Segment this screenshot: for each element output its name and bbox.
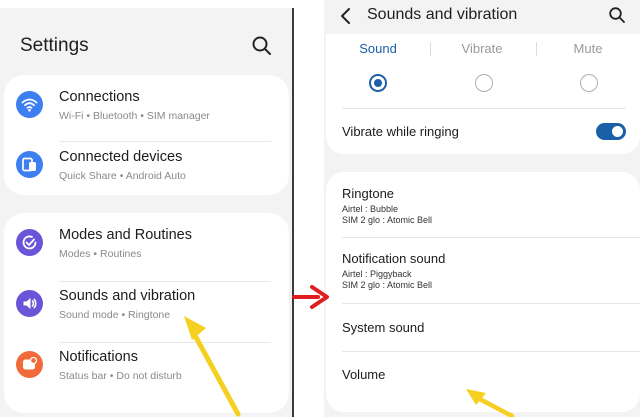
settings-item-title: Modes and Routines	[59, 227, 192, 243]
notification-sound-sim2: SIM 2 glo : Atomic Bell	[342, 280, 433, 290]
ringtone-sim2: SIM 2 glo : Atomic Bell	[342, 215, 433, 225]
notification-sound-title: Notification sound	[342, 251, 446, 266]
tab-vibrate[interactable]: Vibrate	[430, 41, 534, 56]
search-icon[interactable]	[251, 35, 273, 57]
tab-mute[interactable]: Mute	[536, 41, 640, 56]
wifi-icon	[16, 91, 43, 118]
sounds-header: Sounds and vibration	[324, 0, 640, 34]
volume-title: Volume	[342, 367, 386, 382]
settings-item-subtitle: Quick Share • Android Auto	[59, 170, 186, 182]
radio-mute[interactable]	[580, 74, 598, 92]
check-circle-icon	[16, 229, 43, 256]
vibrate-while-ringing-toggle[interactable]	[596, 123, 626, 140]
settings-item-subtitle: Wi-Fi • Bluetooth • SIM manager	[59, 110, 210, 122]
system-sound-item[interactable]: System sound	[326, 304, 640, 350]
settings-item-title: Notifications	[59, 349, 138, 365]
notification-sound-item[interactable]: Notification sound Airtel : Piggyback SI…	[326, 238, 640, 302]
system-sound-title: System sound	[342, 320, 425, 335]
radio-vibrate[interactable]	[475, 74, 493, 92]
page-title: Sounds and vibration	[367, 6, 518, 23]
yellow-arrow-icon	[466, 389, 515, 417]
radio-sound[interactable]	[369, 74, 387, 92]
search-icon[interactable]	[608, 6, 626, 24]
notification-icon	[16, 351, 43, 378]
ringtone-item[interactable]: Ringtone Airtel : Bubble SIM 2 glo : Ato…	[326, 172, 640, 236]
settings-item-modes-routines[interactable]: Modes and Routines Modes • Routines	[4, 215, 289, 275]
settings-item-connected-devices[interactable]: Connected devices Quick Share • Android …	[4, 137, 289, 197]
settings-item-subtitle: Status bar • Do not disturb	[59, 370, 182, 382]
tab-sound[interactable]: Sound	[326, 41, 430, 56]
back-arrow-icon[interactable]	[338, 6, 354, 26]
sound-settings-card: Ringtone Airtel : Bubble SIM 2 glo : Ato…	[326, 172, 640, 412]
ringtone-sim1: Airtel : Bubble	[342, 204, 399, 214]
settings-item-title: Connected devices	[59, 149, 183, 165]
yellow-arrow-icon	[184, 316, 241, 417]
settings-item-title: Sounds and vibration	[59, 288, 196, 304]
sound-mode-card: Sound Vibrate Mute Vibrate while ringing	[326, 34, 640, 154]
settings-group-connections: Connections Wi-Fi • Bluetooth • SIM mana…	[4, 75, 289, 195]
settings-header: Settings	[0, 8, 293, 78]
settings-item-subtitle: Sound mode • Ringtone	[59, 309, 171, 321]
devices-icon	[16, 151, 43, 178]
settings-item-title: Connections	[59, 89, 140, 105]
ringtone-title: Ringtone	[342, 186, 395, 201]
page-title: Settings	[20, 35, 89, 56]
settings-item-subtitle: Modes • Routines	[59, 248, 142, 260]
divider	[342, 108, 626, 109]
vibrate-while-ringing-label: Vibrate while ringing	[342, 124, 459, 139]
speaker-icon	[16, 290, 43, 317]
notification-sound-sim1: Airtel : Piggyback	[342, 269, 412, 279]
red-arrow-icon	[292, 285, 329, 309]
sounds-vibration-screen: Sounds and vibration Sound Vibrate Mute …	[324, 0, 640, 417]
settings-item-connections[interactable]: Connections Wi-Fi • Bluetooth • SIM mana…	[4, 77, 289, 137]
panel-divider	[292, 8, 294, 417]
